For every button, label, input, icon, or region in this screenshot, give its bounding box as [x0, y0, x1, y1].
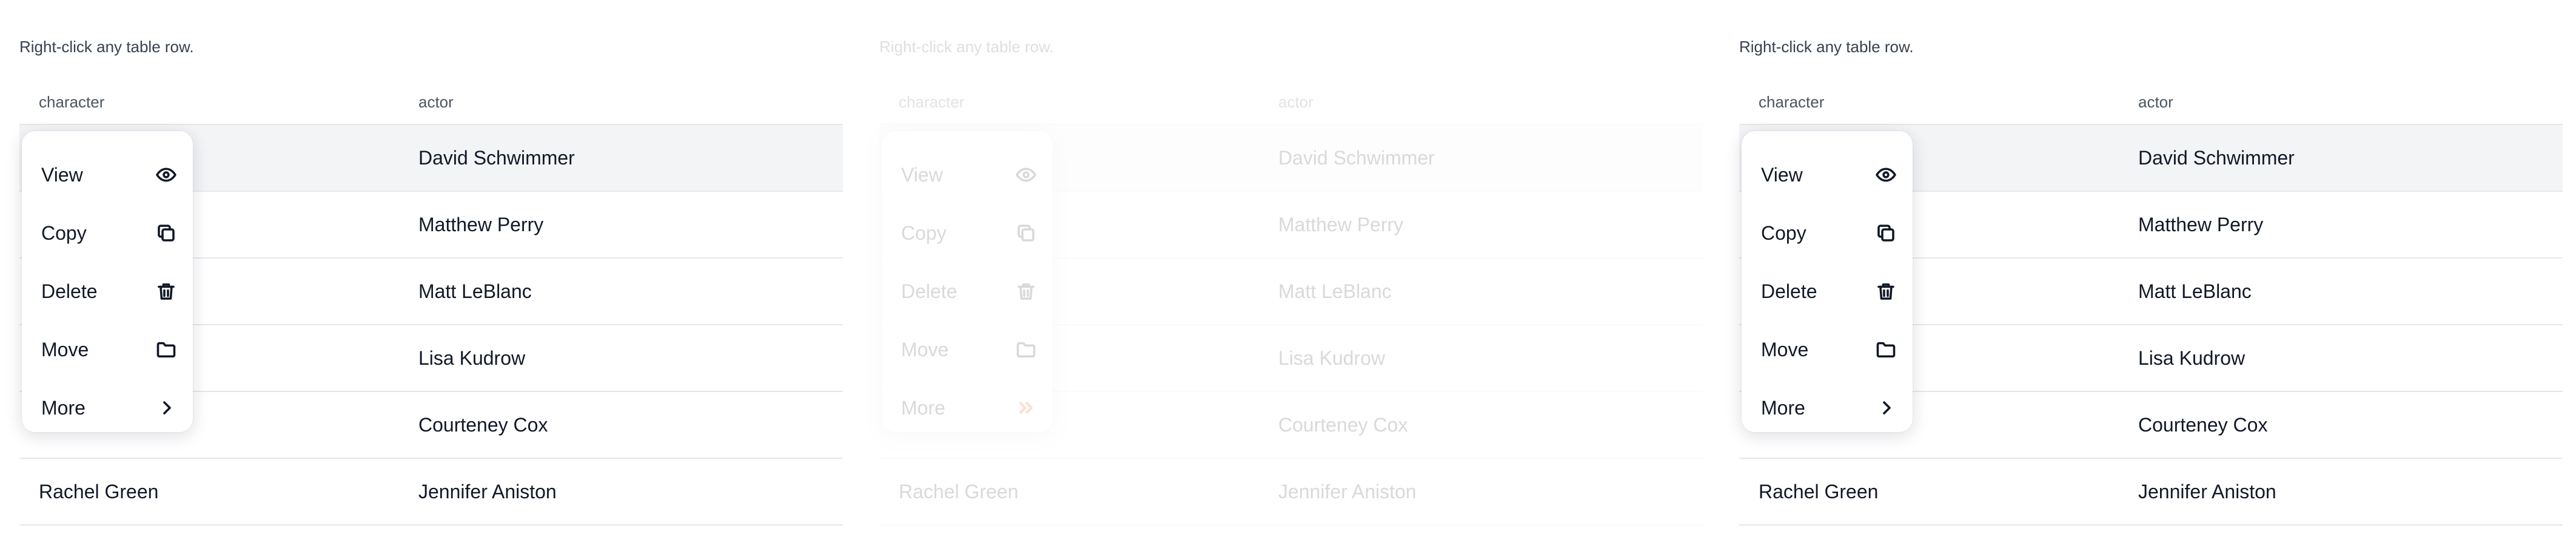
cell-actor: Lisa Kudrow	[418, 347, 526, 369]
menu-item-label: Copy	[41, 222, 87, 244]
cell-actor: David Schwimmer	[418, 146, 575, 169]
menu-item-label: Move	[41, 338, 89, 361]
menu-item-label: Move	[901, 338, 949, 361]
menu-item-label: Delete	[901, 280, 958, 302]
chevron-right-icon	[155, 397, 177, 419]
instruction-text: Right-click any table row.	[1739, 38, 1914, 56]
column-header-character: character	[39, 92, 105, 111]
eye-icon	[1015, 164, 1037, 186]
trash-icon	[1875, 280, 1897, 302]
cell-actor: Courteney Cox	[1278, 413, 1408, 436]
cell-character: Rachel Green	[1759, 480, 1879, 503]
menu-item-delete[interactable]: Delete	[1742, 262, 1913, 320]
cell-actor: Courteney Cox	[418, 413, 548, 436]
menu-item-copy[interactable]: Copy	[22, 204, 193, 262]
chevron-right-icon	[1875, 397, 1897, 419]
menu-item-label: Move	[1761, 338, 1809, 361]
cell-actor: Matt LeBlanc	[1278, 280, 1392, 302]
context-menu: View Copy Delete Move More	[1742, 131, 1913, 432]
cell-actor: Lisa Kudrow	[1278, 347, 1386, 369]
column-header-actor: actor	[1278, 92, 1313, 111]
menu-item-label: Delete	[1761, 280, 1817, 302]
cell-actor: Matt LeBlanc	[2138, 280, 2252, 302]
menu-item-view[interactable]: View	[882, 146, 1053, 204]
eye-icon	[1875, 164, 1897, 186]
copy-icon	[1015, 222, 1037, 244]
cell-actor: Matt LeBlanc	[418, 280, 532, 302]
menu-item-label: Copy	[1761, 222, 1806, 244]
cell-actor: Courteney Cox	[2138, 413, 2268, 436]
folder-icon	[155, 339, 177, 361]
menu-item-label: View	[1761, 163, 1803, 186]
table-header: character actor	[879, 80, 1703, 125]
menu-item-label: More	[41, 396, 86, 419]
menu-item-more[interactable]: More	[1742, 379, 1913, 437]
menu-item-delete[interactable]: Delete	[22, 262, 193, 320]
menu-item-copy[interactable]: Copy	[882, 204, 1053, 262]
cell-actor: Matthew Perry	[2138, 213, 2264, 235]
cell-actor: Matthew Perry	[418, 213, 544, 235]
eye-icon	[155, 164, 177, 186]
table-row[interactable]: Rachel Green Jennifer Aniston	[1739, 459, 2563, 526]
folder-icon	[1875, 339, 1897, 361]
cell-character: Rachel Green	[899, 480, 1019, 503]
menu-item-view[interactable]: View	[1742, 146, 1913, 204]
trash-icon	[155, 280, 177, 302]
cell-actor: Matthew Perry	[1278, 213, 1404, 235]
copy-icon	[155, 222, 177, 244]
instruction-text: Right-click any table row.	[879, 38, 1054, 56]
table-header: character actor	[1739, 80, 2563, 125]
table-row[interactable]: Rachel Green Jennifer Aniston	[19, 459, 843, 526]
menu-item-label: View	[41, 163, 83, 186]
context-menu: View Copy Delete Move More	[22, 131, 193, 432]
cell-character: Rachel Green	[39, 480, 159, 503]
cell-actor: David Schwimmer	[2138, 146, 2295, 169]
double-chevron-right-icon	[1015, 397, 1037, 419]
menu-item-label: Delete	[41, 280, 98, 302]
menu-item-view[interactable]: View	[22, 146, 193, 204]
copy-icon	[1875, 222, 1897, 244]
trash-icon	[1015, 280, 1037, 302]
menu-item-move[interactable]: Move	[22, 320, 193, 379]
demo-panel-3: Right-click any table row. character act…	[1720, 0, 2563, 545]
menu-item-move[interactable]: Move	[882, 320, 1053, 379]
instruction-text: Right-click any table row.	[19, 38, 194, 56]
table-header: character actor	[19, 80, 843, 125]
menu-item-label: View	[901, 163, 943, 186]
column-header-character: character	[899, 92, 965, 111]
folder-icon	[1015, 339, 1037, 361]
cell-actor: David Schwimmer	[1278, 146, 1435, 169]
context-menu: View Copy Delete Move More	[882, 131, 1053, 432]
menu-item-more[interactable]: More	[22, 379, 193, 437]
menu-item-more[interactable]: More	[882, 379, 1053, 437]
menu-item-label: Copy	[901, 222, 947, 244]
menu-item-move[interactable]: Move	[1742, 320, 1913, 379]
column-header-actor: actor	[418, 92, 454, 111]
demo-panel-1: Right-click any table row. character act…	[0, 0, 843, 545]
table-row[interactable]: Rachel Green Jennifer Aniston	[879, 459, 1703, 526]
menu-item-label: More	[901, 396, 945, 419]
cell-actor: Lisa Kudrow	[2138, 347, 2246, 369]
column-header-actor: actor	[2138, 92, 2173, 111]
demo-panel-2: Right-click any table row. character act…	[860, 0, 1703, 545]
column-header-character: character	[1759, 92, 1825, 111]
cell-actor: Jennifer Aniston	[418, 480, 557, 503]
menu-item-label: More	[1761, 396, 1805, 419]
cell-actor: Jennifer Aniston	[1278, 480, 1417, 503]
cell-actor: Jennifer Aniston	[2138, 480, 2276, 503]
menu-item-delete[interactable]: Delete	[882, 262, 1053, 320]
menu-item-copy[interactable]: Copy	[1742, 204, 1913, 262]
